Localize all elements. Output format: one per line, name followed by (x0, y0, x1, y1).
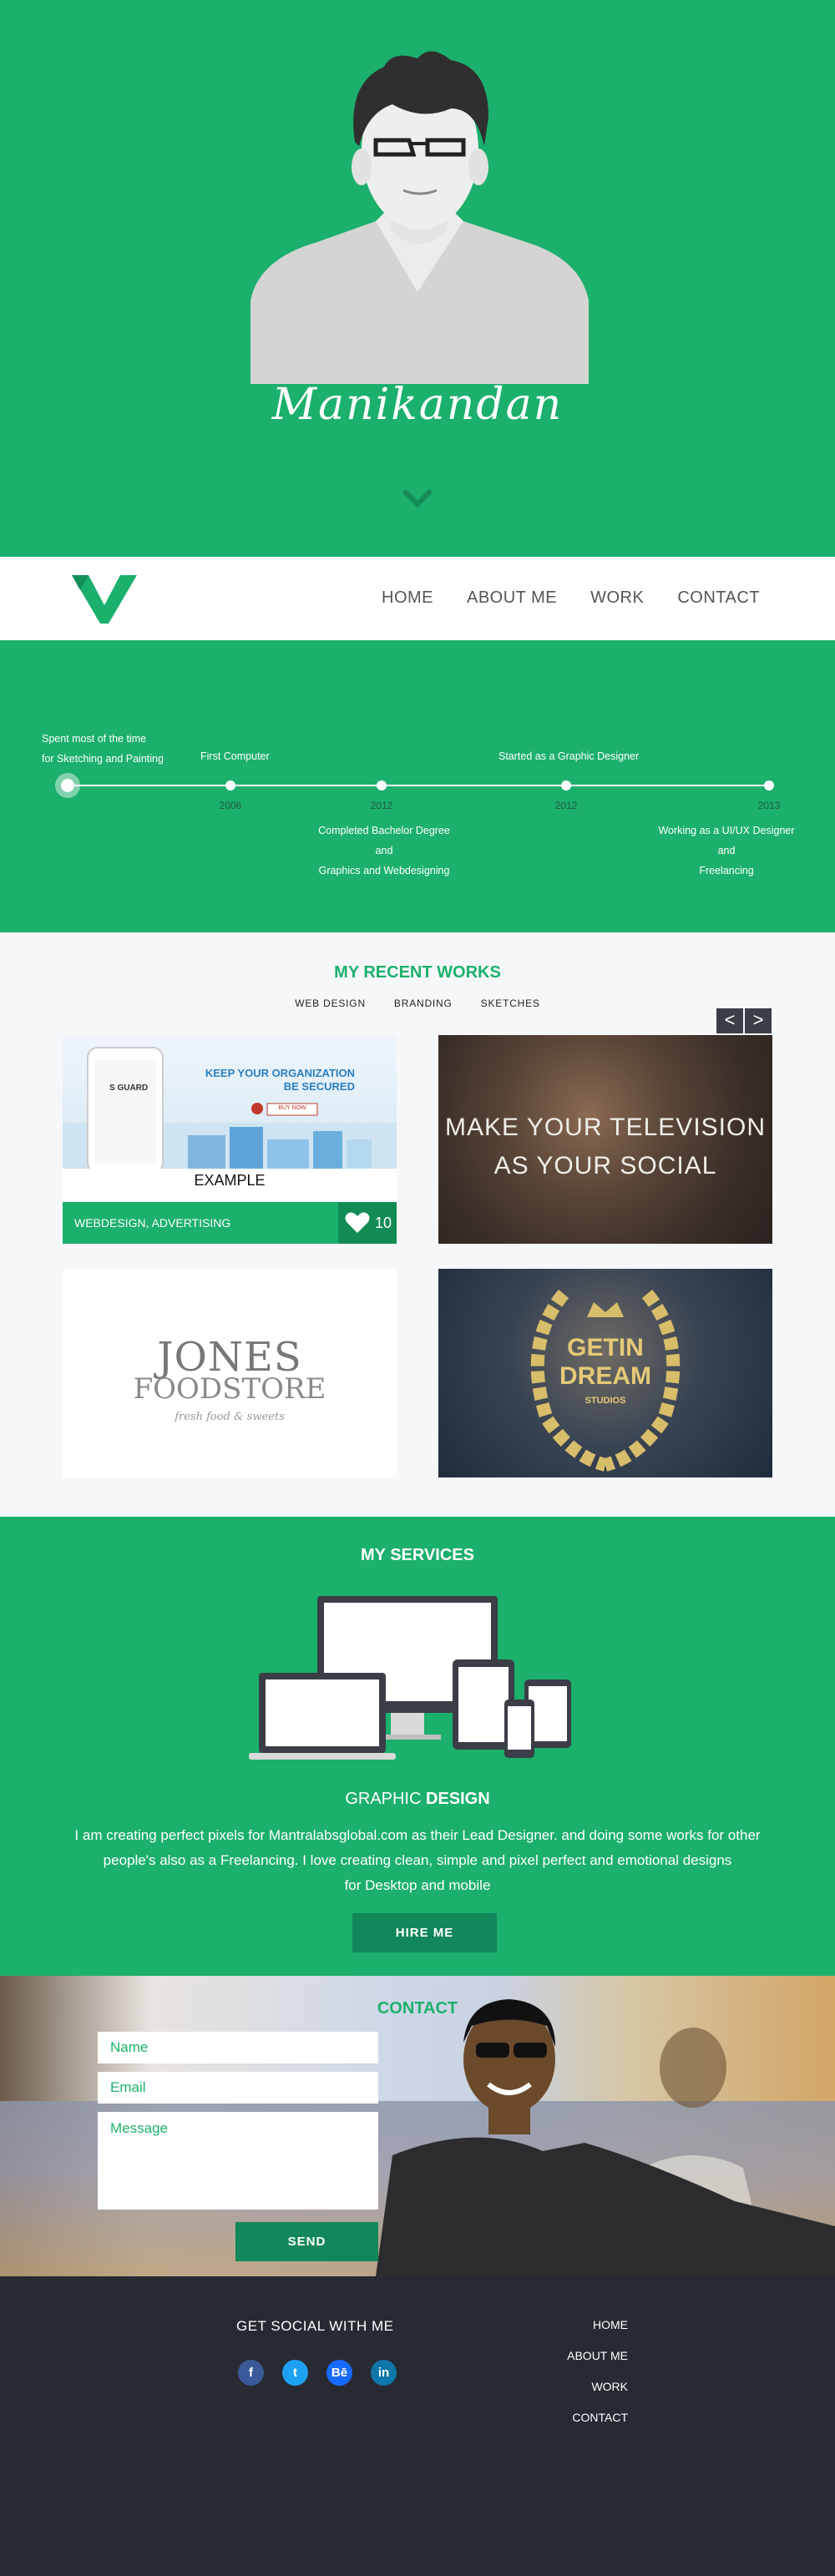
timeline-uiux-line: Working as a UI/UX Designer (658, 825, 795, 836)
recent-works-section: MY RECENT WORKS WEB DESIGN BRANDING SKET… (0, 932, 835, 1517)
television-text-line: MAKE YOUR TELEVISION (445, 1114, 766, 1141)
timeline-dot[interactable] (764, 780, 774, 790)
timeline-degree-text: Completed Bachelor Degree and Graphics a… (292, 821, 476, 881)
timeline-line (67, 785, 768, 786)
dream-logo-line: STUDIOS (584, 1396, 626, 1406)
behance-icon[interactable]: Bē (326, 2360, 352, 2386)
timeline-degree-line: and (375, 845, 393, 856)
services-description-line: I am creating perfect pixels for Mantral… (74, 1827, 761, 1843)
sguard-buy-button: BUY NOW (278, 1105, 306, 1111)
timeline-uiux-line: and (717, 845, 736, 856)
heart-icon[interactable] (345, 1211, 370, 1235)
send-button[interactable]: SEND (235, 2222, 378, 2261)
contact-section: CONTACT Name Email Message SEND (0, 1976, 835, 2276)
dream-logo-line: DREAM (559, 1362, 651, 1390)
work-card-sguard[interactable]: S GUARD KEEP YOUR ORGANIZATION BE SECURE… (63, 1035, 397, 1244)
work-card-television[interactable]: MAKE YOUR TELEVISION AS YOUR SOCIAL (438, 1035, 772, 1244)
services-subtitle: GRAPHIC DESIGN (0, 1790, 835, 1809)
services-description-line: for Desktop and mobile (344, 1877, 491, 1893)
dream-logo-line: GETIN (567, 1334, 644, 1361)
portrait-photo (376, 1999, 835, 2276)
footer-contact-link[interactable]: CONTACT (551, 2411, 628, 2424)
work-caption: EXAMPLE (194, 1172, 266, 1189)
jones-logo-subtitle: FOODSTORE (133, 1372, 326, 1406)
sguard-brand: S GUARD (109, 1083, 149, 1093)
timeline-year: 2013 (757, 800, 781, 811)
timeline-degree-line: Graphics and Webdesigning (318, 865, 450, 876)
services-section: MY SERVICES GRAPHIC DESIGN I am creating… (0, 1517, 835, 1976)
nav-contact-link[interactable]: CONTACT (677, 588, 760, 608)
sguard-headline: KEEP YOUR ORGANIZATION BE SECURED (188, 1067, 355, 1094)
work-card-getin-dream[interactable]: GETIN DREAM STUDIOS (438, 1269, 772, 1477)
avatar-illustration (250, 51, 589, 384)
timeline-degree-line: Completed Bachelor Degree (318, 825, 450, 836)
timeline-graphic-designer: Started as a Graphic Designer (498, 750, 640, 762)
footer: GET SOCIAL WITH ME f t Bē in HOME ABOUT … (0, 2276, 835, 2576)
timeline-section: Spent most of the time for Sketching and… (0, 640, 835, 932)
timeline-dot[interactable] (377, 780, 387, 790)
timeline-dot[interactable] (561, 780, 571, 790)
nav-work-link[interactable]: WORK (590, 588, 644, 608)
work-card-jones[interactable]: JONES FOODSTORE fresh food & sweets (63, 1269, 397, 1477)
services-description: I am creating perfect pixels for Mantral… (50, 1823, 785, 1898)
timeline-dot[interactable] (225, 780, 235, 790)
social-title: GET SOCIAL WITH ME (236, 2318, 394, 2334)
services-subtitle-bold: DESIGN (426, 1790, 490, 1808)
timeline-start-line: Spent most of the time (42, 733, 147, 745)
filter-branding[interactable]: BRANDING (394, 998, 453, 1009)
timeline-first-computer: First Computer (200, 750, 270, 762)
social-links: f t Bē in (238, 2360, 397, 2386)
footer-work-link[interactable]: WORK (551, 2380, 628, 2393)
footer-home-link[interactable]: HOME (551, 2318, 628, 2331)
jones-logo-tagline: fresh food & sweets (175, 1411, 285, 1423)
name-input[interactable]: Name (98, 2032, 378, 2063)
devices-icon (249, 1596, 571, 1760)
services-title: MY SERVICES (361, 1546, 474, 1564)
message-textarea[interactable]: Message (98, 2112, 378, 2210)
works-title: MY RECENT WORKS (334, 963, 501, 982)
prev-arrow-icon[interactable]: < (716, 1008, 743, 1033)
main-navigation: HOME ABOUT ME WORK CONTACT (0, 557, 835, 640)
timeline-uiux-line: Freelancing (699, 865, 754, 876)
sguard-illustration (63, 1047, 397, 1174)
filter-sketches[interactable]: SKETCHES (481, 998, 540, 1009)
email-input[interactable]: Email (98, 2072, 378, 2104)
services-description-line: people's also as a Freelancing. I love c… (103, 1852, 732, 1868)
contact-title: CONTACT (377, 1999, 458, 2018)
twitter-icon[interactable]: t (282, 2360, 308, 2386)
timeline-year: 2012 (370, 800, 393, 811)
nav-home-link[interactable]: HOME (382, 588, 433, 608)
work-thumbnail: S GUARD KEEP YOUR ORGANIZATION BE SECURE… (63, 1035, 397, 1174)
timeline-year: 2006 (219, 800, 242, 811)
services-subtitle-light: GRAPHIC (345, 1790, 426, 1808)
timeline-start-dot[interactable] (55, 773, 80, 798)
footer-about-link[interactable]: ABOUT ME (551, 2349, 628, 2362)
works-carousel-controls: < > (716, 1008, 772, 1033)
next-arrow-icon[interactable]: > (745, 1008, 772, 1033)
sguard-headline-line: KEEP YOUR ORGANIZATION (205, 1067, 355, 1079)
facebook-icon[interactable]: f (238, 2360, 264, 2386)
nav-menu: HOME ABOUT ME WORK CONTACT (382, 588, 760, 608)
timeline-start-text: Spent most of the time for Sketching and… (42, 729, 164, 769)
sguard-headline-line: BE SECURED (283, 1080, 355, 1093)
chevron-down-icon[interactable] (402, 488, 433, 508)
timeline-uiux-text: Working as a UI/UX Designer and Freelanc… (643, 821, 810, 881)
logo-icon[interactable] (72, 573, 137, 625)
timeline-start-line: for Sketching and Painting (42, 753, 164, 765)
footer-links: HOME ABOUT ME WORK CONTACT (551, 2318, 628, 2442)
television-text-line: AS YOUR SOCIAL (493, 1152, 717, 1179)
linkedin-icon[interactable]: in (371, 2360, 397, 2386)
hire-me-button[interactable]: HIRE ME (352, 1913, 497, 1952)
filter-web-design[interactable]: WEB DESIGN (295, 998, 366, 1009)
television-text: MAKE YOUR TELEVISION AS YOUR SOCIAL (438, 1109, 772, 1185)
timeline-year: 2012 (554, 800, 578, 811)
nav-about-link[interactable]: ABOUT ME (467, 588, 557, 608)
work-tags: WEBDESIGN, ADVERTISING (63, 1202, 338, 1244)
works-filters: WEB DESIGN BRANDING SKETCHES (0, 998, 835, 1009)
hero-section: Manikandan (0, 0, 835, 557)
signature-name: Manikandan (271, 380, 564, 430)
